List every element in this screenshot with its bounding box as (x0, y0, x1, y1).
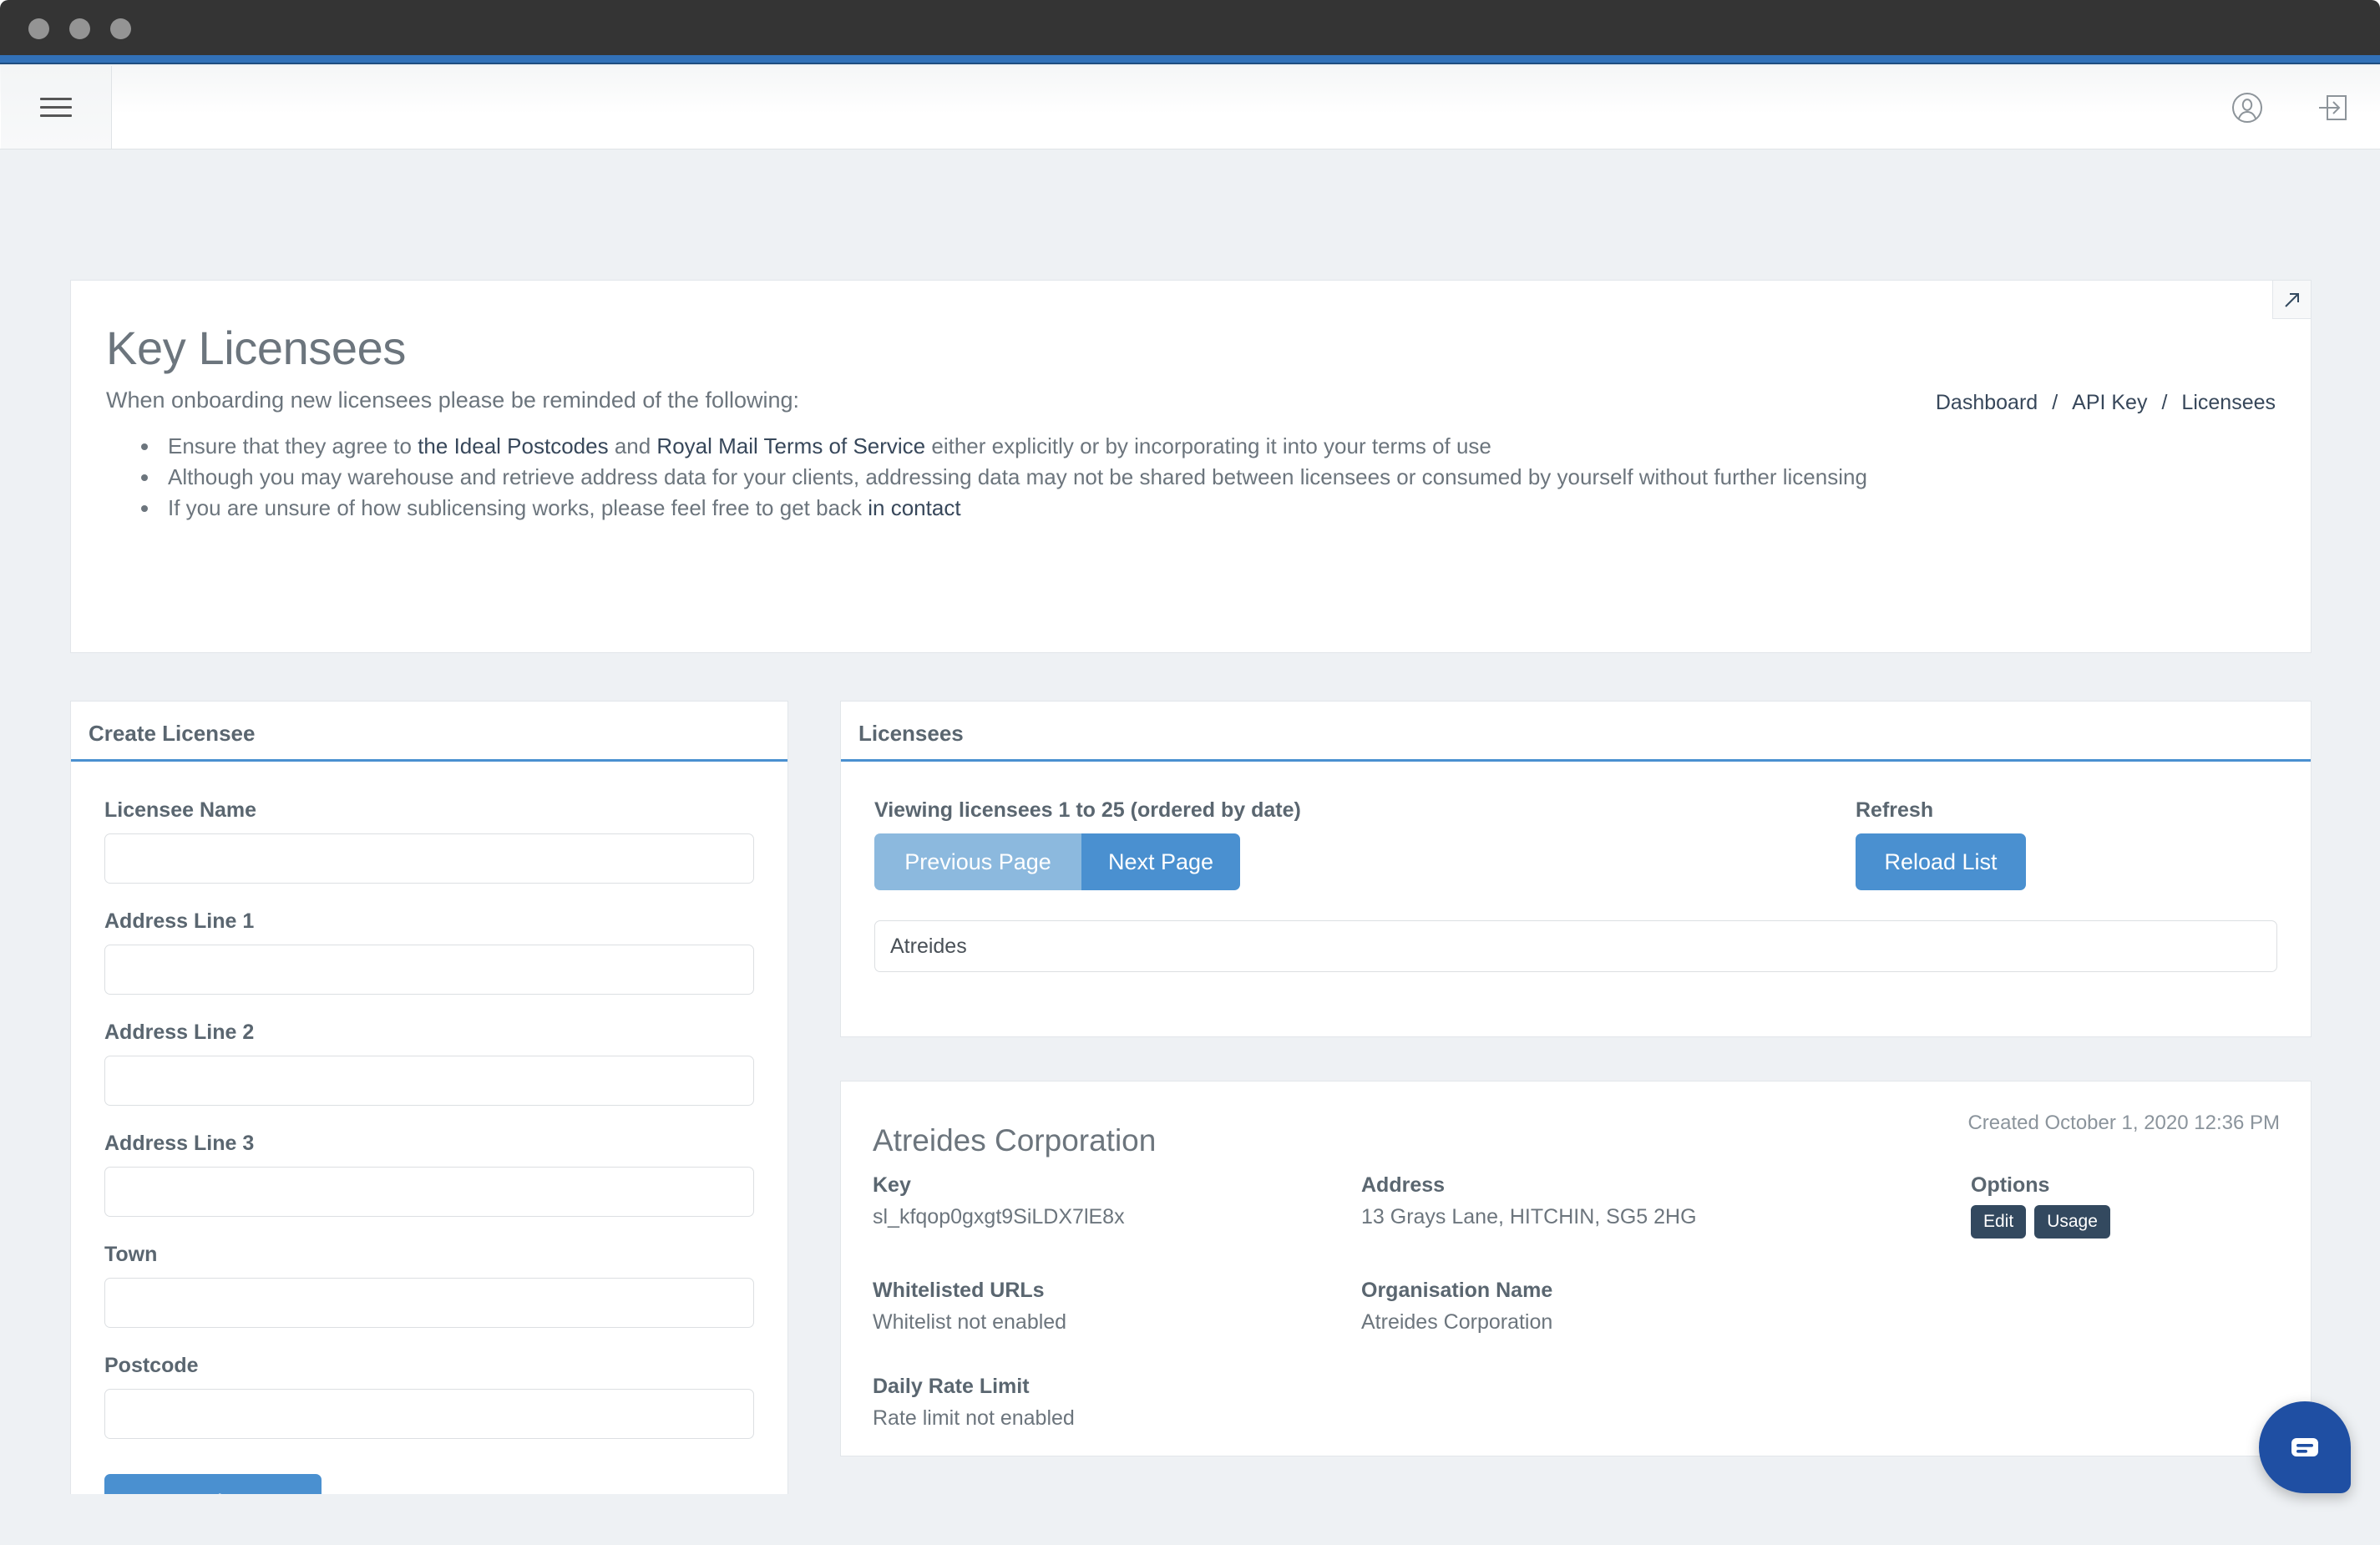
label-address-line-1: Address Line 1 (104, 909, 255, 933)
address-label: Address (1361, 1173, 1446, 1197)
sidebar-toggle-button[interactable] (1, 66, 112, 149)
breadcrumb-separator: / (2161, 391, 2168, 414)
refresh-group: Refresh Reload List (1856, 798, 2026, 890)
input-licensee-name[interactable] (104, 833, 754, 884)
guidance-text: If you are unsure of how sublicensing wo… (168, 495, 868, 520)
input-address-line-3[interactable] (104, 1167, 754, 1217)
create-panel-header: Create Licensee (71, 702, 787, 762)
guidance-list-item: Ensure that they agree to the Ideal Post… (139, 431, 2227, 462)
label-address-line-2: Address Line 2 (104, 1021, 255, 1044)
detail-field-options: Options Edit Usage (1971, 1173, 2284, 1239)
chat-launcher-button[interactable] (2259, 1401, 2351, 1493)
whitelisted-urls-label: Whitelisted URLs (873, 1279, 1045, 1302)
expand-card-button[interactable] (2272, 280, 2312, 319)
key-value: sl_kfqop0gxgt9SiLDX7lE8x (873, 1205, 1125, 1228)
guidance-list-item: If you are unsure of how sublicensing wo… (139, 493, 2227, 524)
close-window-button[interactable] (28, 18, 49, 39)
label-postcode: Postcode (104, 1354, 199, 1377)
guidance-list-item: Although you may warehouse and retrieve … (139, 462, 2227, 493)
hero-card: Key Licensees When onboarding new licens… (70, 280, 2312, 653)
refresh-label: Refresh (1856, 798, 1934, 822)
detail-field-address: Address 13 Grays Lane, HITCHIN, SG5 2HG (1361, 1173, 1971, 1239)
whitelisted-urls-value: Whitelist not enabled (873, 1310, 1067, 1334)
licensee-detail-card: Created October 1, 2020 12:36 PM Atreide… (840, 1081, 2312, 1456)
edit-button[interactable]: Edit (1971, 1205, 2027, 1239)
sign-out-icon (2319, 94, 2347, 120)
detail-field-key: Key sl_kfqop0gxgt9SiLDX7lE8x (873, 1173, 1361, 1239)
create-licensee-submit-button[interactable]: Create Licensee (104, 1474, 322, 1494)
guidance-text: and (608, 433, 657, 458)
input-address-line-1[interactable] (104, 945, 754, 995)
guidance-text: Although you may warehouse and retrieve … (168, 464, 1867, 489)
create-licensee-form: Licensee Name Address Line 1 Address Line … (71, 762, 787, 1494)
detail-field-organisation: Organisation Name Atreides Corporation (1361, 1279, 1971, 1335)
logout-button[interactable] (2313, 89, 2352, 127)
guidance-link[interactable]: in contact (868, 495, 960, 520)
detail-grid-spacer (1971, 1375, 2284, 1431)
maximize-window-button[interactable] (110, 18, 131, 39)
pagination-group: Viewing licensees 1 to 25 (ordered by da… (874, 798, 1856, 890)
browser-window: Key Licensees When onboarding new licens… (0, 0, 2380, 1545)
guidance-text: Ensure that they agree to (168, 433, 418, 458)
page-subtitle: When onboarding new licensees please be … (106, 388, 800, 413)
minimize-window-button[interactable] (69, 18, 90, 39)
page-title: Key Licensees (106, 322, 407, 374)
page-content: Key Licensees When onboarding new licens… (1, 149, 2379, 1494)
licensee-detail-grid: Key sl_kfqop0gxgt9SiLDX7lE8x Address 13 … (873, 1173, 2284, 1431)
licensee-name: Atreides Corporation (873, 1123, 1157, 1157)
previous-page-button[interactable]: Previous Page (874, 833, 1081, 890)
licensees-panel-header: Licensees (841, 702, 2311, 762)
organisation-name-label: Organisation Name (1361, 1279, 1553, 1302)
top-navbar (0, 66, 2380, 149)
hamburger-icon (40, 98, 72, 117)
breadcrumb-item-api-key[interactable]: API Key (2072, 391, 2147, 415)
key-label: Key (873, 1173, 911, 1197)
browser-viewport: Key Licensees When onboarding new licens… (0, 55, 2380, 1545)
licensees-controls: Viewing licensees 1 to 25 (ordered by da… (841, 762, 2311, 972)
detail-field-rate-limit: Daily Rate Limit Rate limit not enabled (873, 1375, 1361, 1431)
guidance-link[interactable]: the Ideal Postcodes (418, 433, 608, 458)
organisation-name-value: Atreides Corporation (1361, 1310, 1553, 1334)
input-address-line-2[interactable] (104, 1056, 754, 1106)
label-town: Town (104, 1243, 158, 1266)
detail-grid-spacer (1971, 1279, 2284, 1335)
label-licensee-name: Licensee Name (104, 798, 257, 822)
search-licensee-input[interactable] (874, 920, 2277, 972)
address-value: 13 Grays Lane, HITCHIN, SG5 2HG (1361, 1205, 1697, 1228)
reload-list-button[interactable]: Reload List (1856, 833, 2026, 890)
input-postcode[interactable] (104, 1389, 754, 1439)
window-titlebar (0, 0, 2380, 55)
options-label: Options (1971, 1173, 2050, 1197)
account-button[interactable] (2228, 89, 2266, 127)
navbar-actions (2228, 66, 2352, 149)
detail-grid-spacer (1361, 1375, 1971, 1431)
viewing-range-label: Viewing licensees 1 to 25 (ordered by da… (874, 798, 1301, 822)
licensees-panel-title: Licensees (858, 721, 964, 746)
breadcrumb: Dashboard / API Key / Licensees (1936, 391, 2276, 415)
next-page-button[interactable]: Next Page (1081, 833, 1240, 890)
label-address-line-3: Address Line 3 (104, 1132, 255, 1155)
breadcrumb-separator: / (2052, 391, 2058, 414)
daily-rate-limit-label: Daily Rate Limit (873, 1375, 1030, 1398)
usage-button[interactable]: Usage (2034, 1205, 2110, 1239)
input-town[interactable] (104, 1278, 754, 1328)
user-circle-icon (2232, 92, 2262, 123)
create-panel-title: Create Licensee (89, 721, 256, 746)
brand-accent-bar (0, 55, 2380, 64)
guidance-link[interactable]: Royal Mail Terms of Service (656, 433, 925, 458)
guidance-text: either explicitly or by incorporating it… (925, 433, 1491, 458)
guidance-list: Ensure that they agree to the Ideal Post… (139, 431, 2227, 524)
licensees-panel: Licensees Viewing licensees 1 to 25 (ord… (840, 701, 2312, 1037)
chat-bubble-icon (2291, 1438, 2318, 1456)
breadcrumb-item-licensees[interactable]: Licensees (2181, 391, 2276, 415)
external-link-icon (2284, 292, 2299, 307)
create-licensee-panel: Create Licensee Licensee Name Address Lin… (70, 701, 788, 1494)
daily-rate-limit-value: Rate limit not enabled (873, 1406, 1075, 1430)
window-controls (28, 18, 131, 39)
created-timestamp: Created October 1, 2020 12:36 PM (1967, 1112, 2280, 1134)
detail-field-whitelist: Whitelisted URLs Whitelist not enabled (873, 1279, 1361, 1335)
breadcrumb-item-dashboard[interactable]: Dashboard (1936, 391, 2038, 415)
